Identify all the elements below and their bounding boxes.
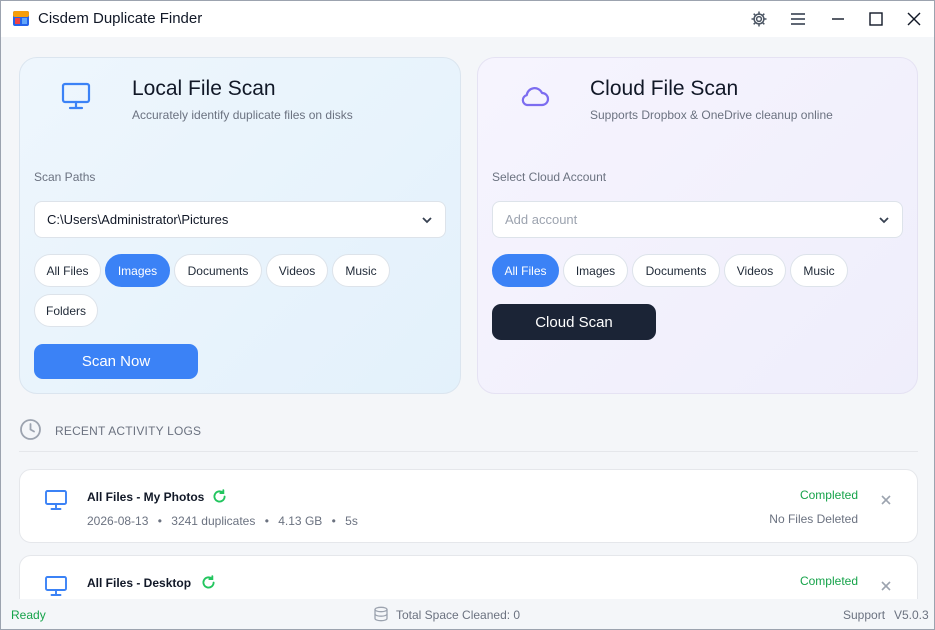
local-scan-card: Local File Scan Accurately identify dupl… [19, 57, 461, 394]
title-bar: Cisdem Duplicate Finder [1, 1, 934, 37]
close-icon[interactable] [881, 581, 891, 591]
cloud-account-label: Select Cloud Account [492, 170, 607, 184]
log-status: Completed [799, 488, 858, 502]
monitor-icon [45, 490, 67, 510]
log-deleted: No Files Deleted [769, 512, 858, 526]
scan-now-button[interactable]: Scan Now [34, 344, 198, 379]
local-filter-videos[interactable]: Videos [266, 254, 328, 287]
cloud-filter-documents[interactable]: Documents [632, 254, 720, 287]
monitor-icon [61, 82, 91, 110]
local-filter-all-files[interactable]: All Files [34, 254, 101, 287]
cloud-scan-subtitle: Supports Dropbox & OneDrive cleanup onli… [590, 108, 833, 122]
log-title: All Files - My Photos [87, 490, 205, 504]
app-window: Cisdem Duplicate Finder Local File Scan … [0, 0, 935, 630]
cloud-filter-all-files[interactable]: All Files [492, 254, 559, 287]
app-title: Cisdem Duplicate Finder [38, 10, 203, 27]
cloud-scan-card: Cloud File Scan Supports Dropbox & OneDr… [477, 57, 918, 394]
close-icon[interactable] [881, 495, 891, 505]
recent-activity-title: RECENT ACTIVITY LOGS [55, 424, 202, 438]
status-ready: Ready [11, 608, 46, 622]
log-duration: 5s [345, 514, 358, 528]
chevron-down-icon [879, 217, 889, 224]
cloud-account-placeholder: Add account [505, 212, 578, 227]
close-icon[interactable] [902, 7, 926, 31]
cloud-icon [521, 87, 550, 107]
log-status: Completed [799, 574, 858, 588]
clock-icon [20, 419, 41, 440]
local-filter-documents[interactable]: Documents [174, 254, 262, 287]
log-duplicates: 3241 duplicates [171, 514, 256, 528]
scan-path-select[interactable]: C:\Users\Administrator\Pictures [34, 201, 446, 238]
cloud-account-select[interactable]: Add account [492, 201, 903, 238]
status-bar: Ready Total Space Cleaned: 0 Support V5.… [1, 599, 934, 629]
activity-log-item[interactable]: All Files - My Photos 2026-08-13 • 3241 … [19, 469, 918, 543]
cloud-scan-title: Cloud File Scan [590, 77, 739, 100]
monitor-icon [45, 576, 67, 596]
local-scan-title: Local File Scan [132, 77, 276, 100]
chevron-down-icon [422, 217, 432, 224]
maximize-icon[interactable] [864, 7, 888, 31]
refresh-icon[interactable] [211, 488, 228, 505]
scan-path-value: C:\Users\Administrator\Pictures [47, 212, 229, 227]
support-link[interactable]: Support [843, 608, 885, 622]
scan-paths-label: Scan Paths [34, 170, 96, 184]
cloud-filter-images[interactable]: Images [563, 254, 628, 287]
cloud-filter-music[interactable]: Music [790, 254, 848, 287]
log-size: 4.13 GB [278, 514, 323, 528]
minimize-icon[interactable] [826, 7, 850, 31]
local-filter-images[interactable]: Images [105, 254, 170, 287]
local-filter-music[interactable]: Music [332, 254, 390, 287]
local-filter-folders[interactable]: Folders [34, 294, 98, 327]
log-title: All Files - Desktop [87, 576, 192, 590]
total-space-cleaned: Total Space Cleaned: 0 [396, 608, 521, 622]
settings-gear-icon[interactable] [747, 7, 771, 31]
database-icon [374, 606, 388, 622]
local-scan-subtitle: Accurately identify duplicate files on d… [132, 108, 353, 122]
cloud-scan-button[interactable]: Cloud Scan [492, 304, 656, 340]
version-label: V5.0.3 [894, 608, 929, 622]
menu-icon[interactable] [786, 7, 810, 31]
divider [19, 451, 918, 452]
refresh-icon[interactable] [200, 574, 217, 591]
log-date: 2026-08-13 [87, 514, 149, 528]
app-logo-icon [13, 11, 29, 26]
cloud-filter-videos[interactable]: Videos [724, 254, 786, 287]
log-meta: 2026-08-13 • 3241 duplicates • 4.13 GB •… [87, 514, 358, 528]
